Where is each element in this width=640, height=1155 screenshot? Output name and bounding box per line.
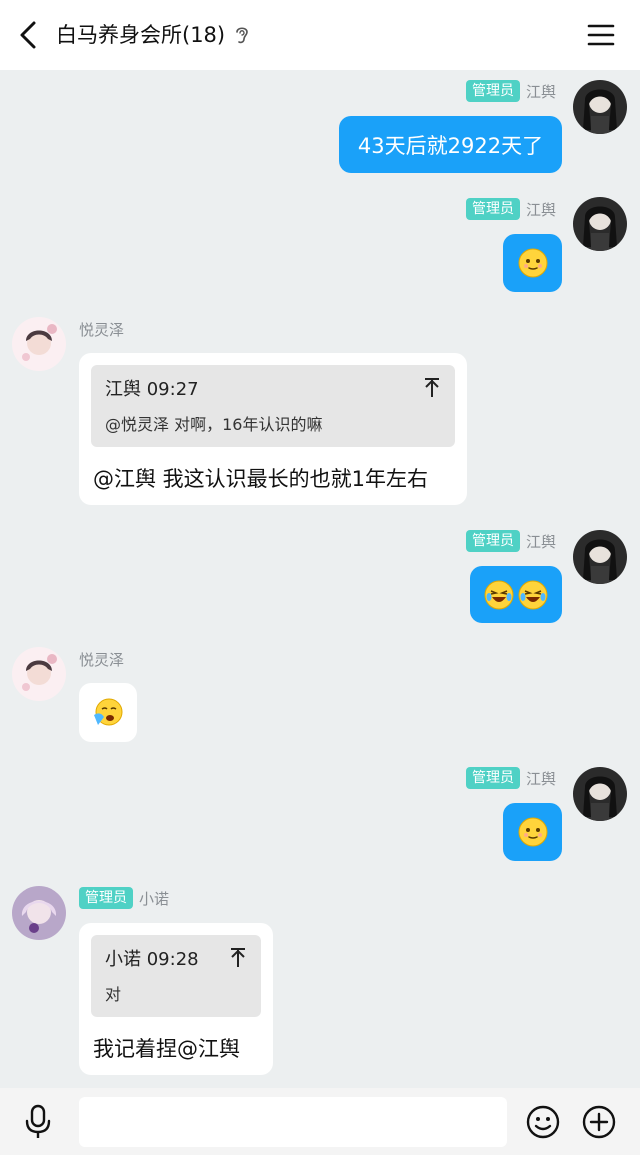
microphone-icon[interactable] <box>22 1103 54 1141</box>
message-input[interactable] <box>79 1097 507 1147</box>
admin-badge: 管理员 <box>465 198 520 220</box>
sender-name: 江舆 <box>525 769 556 788</box>
emoji-bubble[interactable] <box>470 566 562 623</box>
avatar[interactable] <box>573 80 627 134</box>
avatar[interactable] <box>12 647 66 701</box>
ear-icon <box>236 27 248 44</box>
avatar[interactable] <box>573 767 627 821</box>
message-meta: 管理员 江舆 <box>465 767 556 789</box>
laughing-tears-emoji-icon <box>518 580 548 609</box>
quote-body: 对 <box>105 985 122 1004</box>
message-meta: 管理员 江舆 <box>465 198 556 220</box>
message-meta: 悦灵泽 <box>79 318 124 340</box>
quoted-message[interactable]: 江舆 09:27 @悦灵泽 对啊，16年认识的嘛 <box>91 365 455 447</box>
emoji-bubble[interactable] <box>79 683 137 742</box>
admin-badge: 管理员 <box>79 887 133 909</box>
menu-icon[interactable] <box>586 22 616 48</box>
reply-bubble[interactable]: 江舆 09:27 @悦灵泽 对啊，16年认识的嘛 @江舆 我这认识最长的也就1年… <box>79 353 467 505</box>
quote-header: 小诺 09:28 <box>105 949 199 970</box>
avatar[interactable] <box>12 886 66 940</box>
sender-name: 悦灵泽 <box>79 650 125 669</box>
message-text: @江舆 我这认识最长的也就1年左右 <box>93 467 429 491</box>
plus-icon[interactable] <box>582 1105 616 1139</box>
emoji-bubble[interactable] <box>503 803 562 861</box>
crying-emoji-icon <box>94 698 123 725</box>
quoted-message[interactable]: 小诺 09:28 对 <box>91 935 261 1017</box>
message-text: 43天后就2922天了 <box>357 133 544 158</box>
laughing-tears-emoji-icon <box>484 580 514 609</box>
smile-emoji-icon <box>518 817 547 847</box>
quote-header: 江舆 09:27 <box>105 379 199 400</box>
smile-emoji-icon <box>518 248 547 278</box>
admin-badge: 管理员 <box>465 530 520 552</box>
sender-name: 小诺 <box>139 889 170 908</box>
message-meta: 管理员 江舆 <box>465 80 556 102</box>
back-arrow-icon[interactable] <box>12 18 44 52</box>
avatar[interactable] <box>12 317 66 371</box>
message-meta: 悦灵泽 <box>79 648 124 670</box>
message-meta: 管理员 小诺 <box>79 887 169 909</box>
message-list[interactable]: 管理员 江舆 43天后就2922天了 管理员 江舆 悦灵泽 江舆 09:27 @… <box>0 70 640 1088</box>
quote-body: @悦灵泽 对啊，16年认识的嘛 <box>105 415 323 434</box>
message-bubble[interactable]: 43天后就2922天了 <box>339 116 562 173</box>
message-text: 我记着捏@江舆 <box>93 1037 240 1061</box>
avatar[interactable] <box>573 530 627 584</box>
emoji-bubble[interactable] <box>503 234 562 292</box>
group-title: 白马养身会所(18) <box>56 23 226 47</box>
sender-name: 江舆 <box>525 532 556 551</box>
message-meta: 管理员 江舆 <box>465 530 556 552</box>
input-bar <box>0 1088 640 1155</box>
sender-name: 江舆 <box>525 200 556 219</box>
sender-name: 江舆 <box>525 82 556 101</box>
reply-bubble[interactable]: 小诺 09:28 对 我记着捏@江舆 <box>79 923 273 1075</box>
sender-name: 悦灵泽 <box>79 320 125 339</box>
admin-badge: 管理员 <box>465 767 520 789</box>
emoji-picker-icon[interactable] <box>526 1105 560 1139</box>
jump-to-quote-icon[interactable] <box>229 945 247 969</box>
chat-header: 白马养身会所(18) <box>0 0 640 70</box>
admin-badge: 管理员 <box>465 80 520 102</box>
avatar[interactable] <box>573 197 627 251</box>
jump-to-quote-icon[interactable] <box>423 375 441 399</box>
